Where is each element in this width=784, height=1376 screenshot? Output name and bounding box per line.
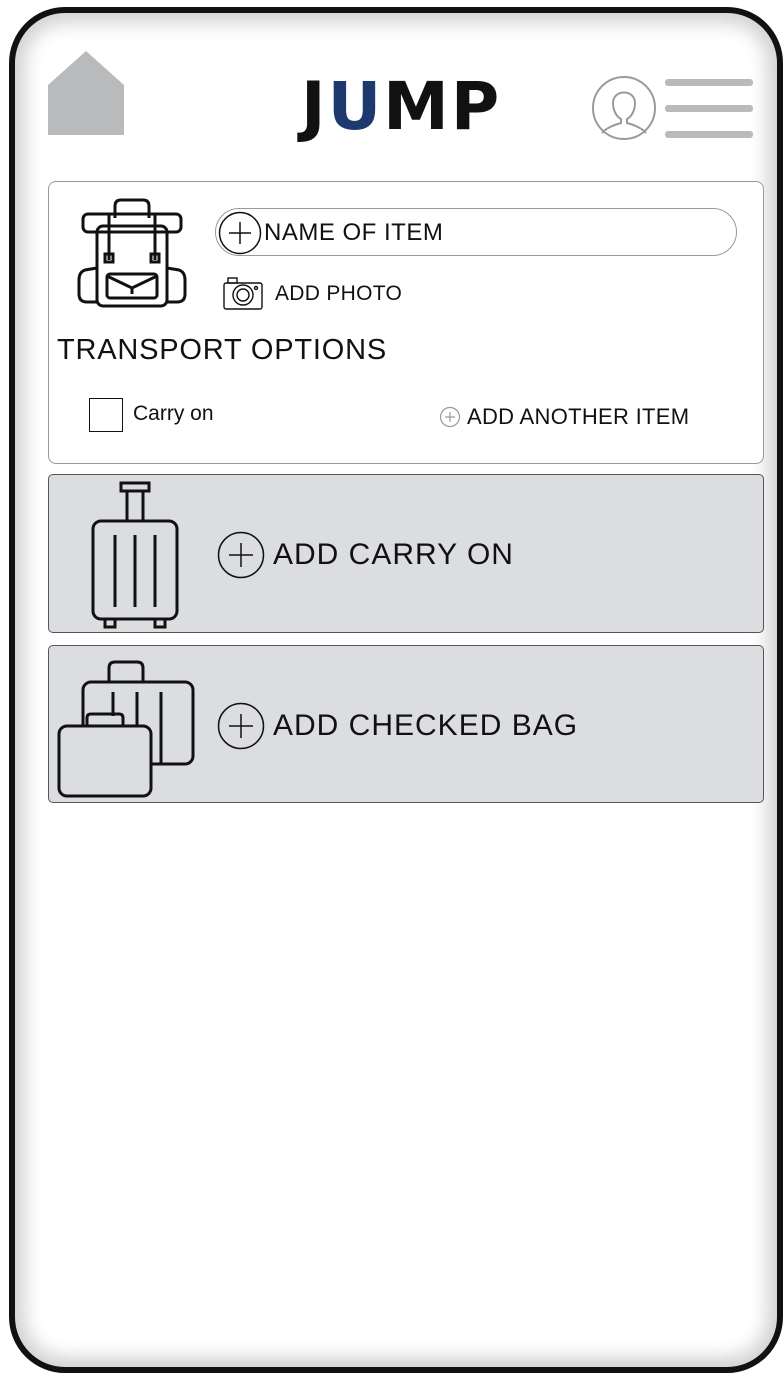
checked-luggage-icon [57,660,195,798]
add-another-item-label: ADD ANOTHER ITEM [467,404,690,429]
user-profile-icon[interactable] [591,75,657,141]
home-icon[interactable] [48,51,124,135]
transport-options-title: TRANSPORT OPTIONS [57,334,387,366]
add-another-item-button[interactable]: ADD ANOTHER ITEM [439,404,689,430]
plus-circle-icon [217,531,265,579]
item-name-field[interactable]: NAME OF ITEM [215,208,737,256]
plus-circle-icon [217,702,265,750]
item-name-placeholder: NAME OF ITEM [264,219,444,246]
add-carry-on-button[interactable]: ADD CARRY ON [217,531,514,579]
camera-icon[interactable] [223,276,263,310]
plus-circle-icon [439,406,461,428]
add-checked-bag-card[interactable]: ADD CHECKED BAG [48,645,764,803]
plus-circle-icon[interactable] [218,211,262,255]
add-photo-label[interactable]: ADD PHOTO [275,282,402,306]
carry-on-checkbox-label: Carry on [133,402,214,425]
backpack-icon [77,198,187,308]
app-logo: JUMP [301,68,502,145]
add-checked-bag-label: ADD CHECKED BAG [273,709,579,742]
add-carry-on-card[interactable]: ADD CARRY ON [48,474,764,633]
item-entry-card: NAME OF ITEM ADD PHOTO TRANSPORT OPTIONS… [48,181,764,464]
add-checked-bag-button[interactable]: ADD CHECKED BAG [217,702,578,750]
add-carry-on-label: ADD CARRY ON [273,538,514,571]
hamburger-menu-icon[interactable] [665,79,753,139]
phone-frame: JUMP NAME OF ITEM ADD PHOTO TRANSPORT OP… [9,7,783,1373]
carry-on-checkbox[interactable] [89,398,123,432]
rolling-suitcase-icon [91,481,179,629]
